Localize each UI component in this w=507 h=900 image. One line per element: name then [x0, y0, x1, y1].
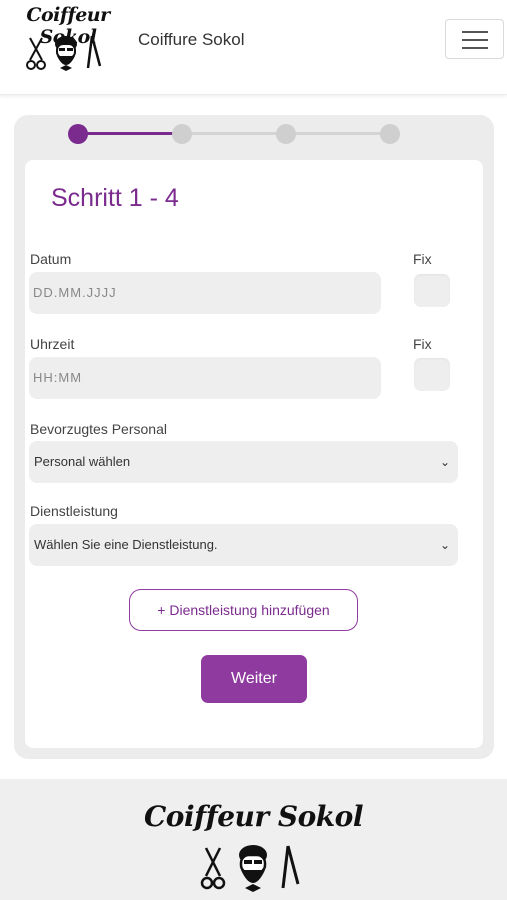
add-service-button[interactable]: + Dienstleistung hinzufügen [129, 589, 358, 631]
date-input[interactable]: DD.MM.JJJJ [29, 272, 381, 314]
hamburger-icon-bar [462, 39, 488, 41]
date-fix-label: Fix [413, 251, 432, 267]
service-label: Dienstleistung [30, 503, 118, 519]
menu-toggle-button[interactable] [445, 19, 504, 59]
time-fix-label: Fix [413, 336, 432, 352]
time-fix-checkbox[interactable] [414, 358, 450, 391]
step-title: Schritt 1 - 4 [51, 184, 179, 212]
next-button[interactable]: Weiter [201, 655, 307, 703]
progress-line-filled [78, 132, 182, 135]
step-indicator-2 [172, 124, 192, 144]
chevron-down-icon: ⌄ [439, 538, 450, 552]
step-indicator-4 [380, 124, 400, 144]
service-select[interactable]: Wählen Sie eine Dienstleistung. ⌄ [29, 524, 458, 566]
staff-label: Bevorzugtes Personal [30, 421, 167, 437]
staff-select[interactable]: Personal wählen ⌄ [29, 441, 458, 483]
barber-logo-icon [26, 35, 102, 71]
site-header: Coiffeur Sokol Coiffure Sokol [0, 0, 507, 95]
step-indicator-3 [276, 124, 296, 144]
footer-barber-logo-icon [200, 845, 300, 892]
footer-logo-wordmark: Coiffeur Sokol [144, 800, 363, 833]
time-label: Uhrzeit [30, 336, 75, 352]
date-label: Datum [30, 251, 72, 267]
hamburger-icon-bar [462, 47, 488, 49]
brand-title: Coiffure Sokol [138, 30, 245, 49]
brand-logo[interactable]: Coiffeur Sokol [6, 4, 130, 76]
staff-select-value: Personal wählen [34, 454, 131, 469]
date-fix-checkbox[interactable] [414, 274, 450, 307]
step-indicator-1 [68, 124, 88, 144]
chevron-down-icon: ⌄ [439, 455, 450, 469]
hamburger-icon [462, 31, 488, 33]
time-input[interactable]: HH:MM [29, 357, 381, 399]
service-select-value: Wählen Sie eine Dienstleistung. [34, 537, 218, 552]
